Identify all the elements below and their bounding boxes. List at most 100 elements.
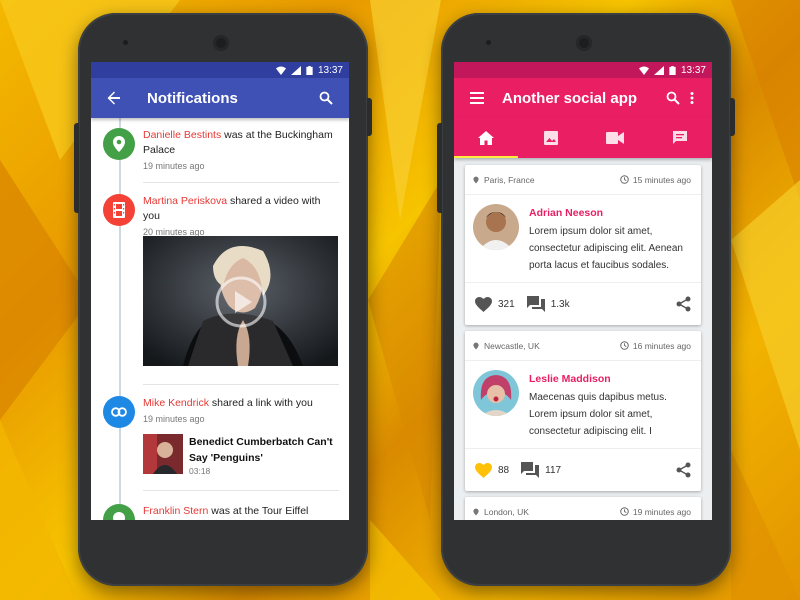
like-count: 88: [498, 464, 510, 476]
right-phone: 13:37 Another social app Paris, France 1…: [437, 13, 735, 586]
link-thumbnail: [143, 434, 183, 474]
post-location: London, UK: [484, 506, 529, 517]
signal-icon: [290, 65, 301, 75]
status-bar: 13:37: [454, 62, 712, 78]
heart-icon: [475, 296, 492, 312]
volume-button: [437, 123, 442, 213]
notification-text: Franklin Stern was at the Tour Eiffel: [143, 505, 309, 517]
clock-icon: [620, 175, 629, 184]
wifi-icon: [275, 66, 286, 75]
back-button[interactable]: [103, 87, 125, 109]
tab-home[interactable]: [454, 118, 519, 158]
front-camera: [576, 35, 592, 51]
post-location: Newcastle, UK: [484, 340, 540, 351]
post-meta: Paris, France 15 minutes ago: [465, 165, 701, 195]
share-button[interactable]: [676, 296, 691, 312]
forum-icon: [521, 462, 540, 478]
menu-button[interactable]: [466, 87, 488, 109]
location-pin-icon: [113, 512, 125, 520]
more-vert-icon: [690, 92, 694, 104]
post-time: 19 minutes ago: [632, 506, 691, 517]
like-button[interactable]: 321: [475, 296, 515, 312]
post-card[interactable]: London, UK 19 minutes ago: [465, 497, 701, 520]
video-badge: [103, 194, 135, 226]
status-time: 13:37: [317, 64, 343, 76]
app-bar: Notifications: [91, 78, 349, 118]
power-button: [730, 98, 735, 136]
post-meta: London, UK 19 minutes ago: [465, 497, 701, 520]
location-pin-icon: [473, 508, 479, 515]
comment-count: 117: [545, 464, 562, 476]
divider: [143, 384, 339, 385]
overflow-menu-button[interactable]: [684, 87, 700, 109]
post-card[interactable]: Paris, France 15 minutes ago Adrian Nees…: [465, 165, 701, 325]
post-meta: Newcastle, UK 16 minutes ago: [465, 331, 701, 361]
share-button[interactable]: [676, 462, 691, 478]
hamburger-menu-icon: [470, 92, 484, 104]
link-badge: [103, 396, 135, 428]
left-phone: 13:37 Notifications Danielle Bestints wa…: [74, 13, 372, 586]
power-button: [367, 98, 372, 136]
notification-text: Danielle Bestints was at the Buckingham …: [143, 129, 333, 156]
post-card[interactable]: Newcastle, UK 16 minutes ago Leslie Madd…: [465, 331, 701, 491]
shared-link-preview[interactable]: Benedict Cumberbatch Can't Say 'Penguins…: [143, 434, 339, 476]
avatar[interactable]: [473, 370, 519, 416]
post-actions: 321 1.3k: [465, 283, 701, 325]
proximity-sensor: [123, 40, 128, 45]
divider: [143, 182, 339, 183]
location-badge: [103, 128, 135, 160]
page-title: Another social app: [502, 89, 638, 107]
link-icon: [111, 407, 127, 417]
share-icon: [676, 296, 691, 312]
notification-text: Martina Periskova shared a video with yo…: [143, 195, 321, 222]
location-pin-icon: [473, 342, 479, 349]
like-count: 321: [498, 298, 515, 310]
play-icon[interactable]: [214, 275, 268, 329]
tab-photos[interactable]: [519, 118, 584, 158]
tab-messages[interactable]: [648, 118, 713, 158]
home-icon: [478, 131, 495, 145]
videocam-icon: [606, 132, 625, 144]
arrow-back-icon: [107, 91, 120, 105]
notification-time: 19 minutes ago: [143, 414, 205, 424]
tab-bar: [454, 118, 712, 158]
volume-button: [74, 123, 79, 213]
post-author[interactable]: Adrian Neeson: [529, 206, 691, 221]
clock-icon: [620, 507, 629, 516]
user-name-link[interactable]: Danielle Bestints: [143, 129, 221, 141]
battery-icon: [306, 65, 313, 75]
post-location: Paris, France: [484, 174, 535, 185]
divider: [143, 490, 339, 491]
active-tab-indicator: [454, 156, 518, 158]
chat-icon: [672, 131, 687, 144]
comment-button[interactable]: 117: [521, 462, 561, 478]
page-title: Notifications: [147, 89, 238, 107]
clock-icon: [620, 341, 629, 350]
like-button[interactable]: 88: [475, 462, 510, 478]
tab-videos[interactable]: [583, 118, 648, 158]
wifi-icon: [638, 66, 649, 75]
heart-icon: [475, 462, 492, 478]
share-icon: [676, 462, 691, 478]
notifications-screen: 13:37 Notifications Danielle Bestints wa…: [91, 62, 349, 520]
search-button[interactable]: [662, 87, 684, 109]
post-author[interactable]: Leslie Maddison: [529, 372, 691, 387]
video-thumbnail[interactable]: [143, 236, 338, 366]
proximity-sensor: [486, 40, 491, 45]
user-name-link[interactable]: Martina Periskova: [143, 195, 227, 207]
location-badge: [103, 504, 135, 520]
search-button[interactable]: [315, 87, 337, 109]
notification-time: 19 minutes ago: [143, 161, 205, 171]
post-text: Lorem ipsum dolor sit amet, consectetur …: [529, 226, 683, 271]
user-name-link[interactable]: Franklin Stern: [143, 505, 208, 517]
post-text: Maecenas quis dapibus metus. Lorem ipsum…: [529, 392, 667, 437]
link-title: Benedict Cumberbatch Can't Say 'Penguins…: [189, 436, 333, 464]
forum-icon: [526, 296, 545, 312]
status-time: 13:37: [680, 64, 706, 76]
location-pin-icon: [113, 136, 125, 152]
app-bar: Another social app: [454, 78, 712, 118]
comment-button[interactable]: 1.3k: [526, 296, 570, 312]
post-actions: 88 117: [465, 449, 701, 491]
user-name-link[interactable]: Mike Kendrick: [143, 397, 209, 409]
avatar[interactable]: [473, 204, 519, 250]
